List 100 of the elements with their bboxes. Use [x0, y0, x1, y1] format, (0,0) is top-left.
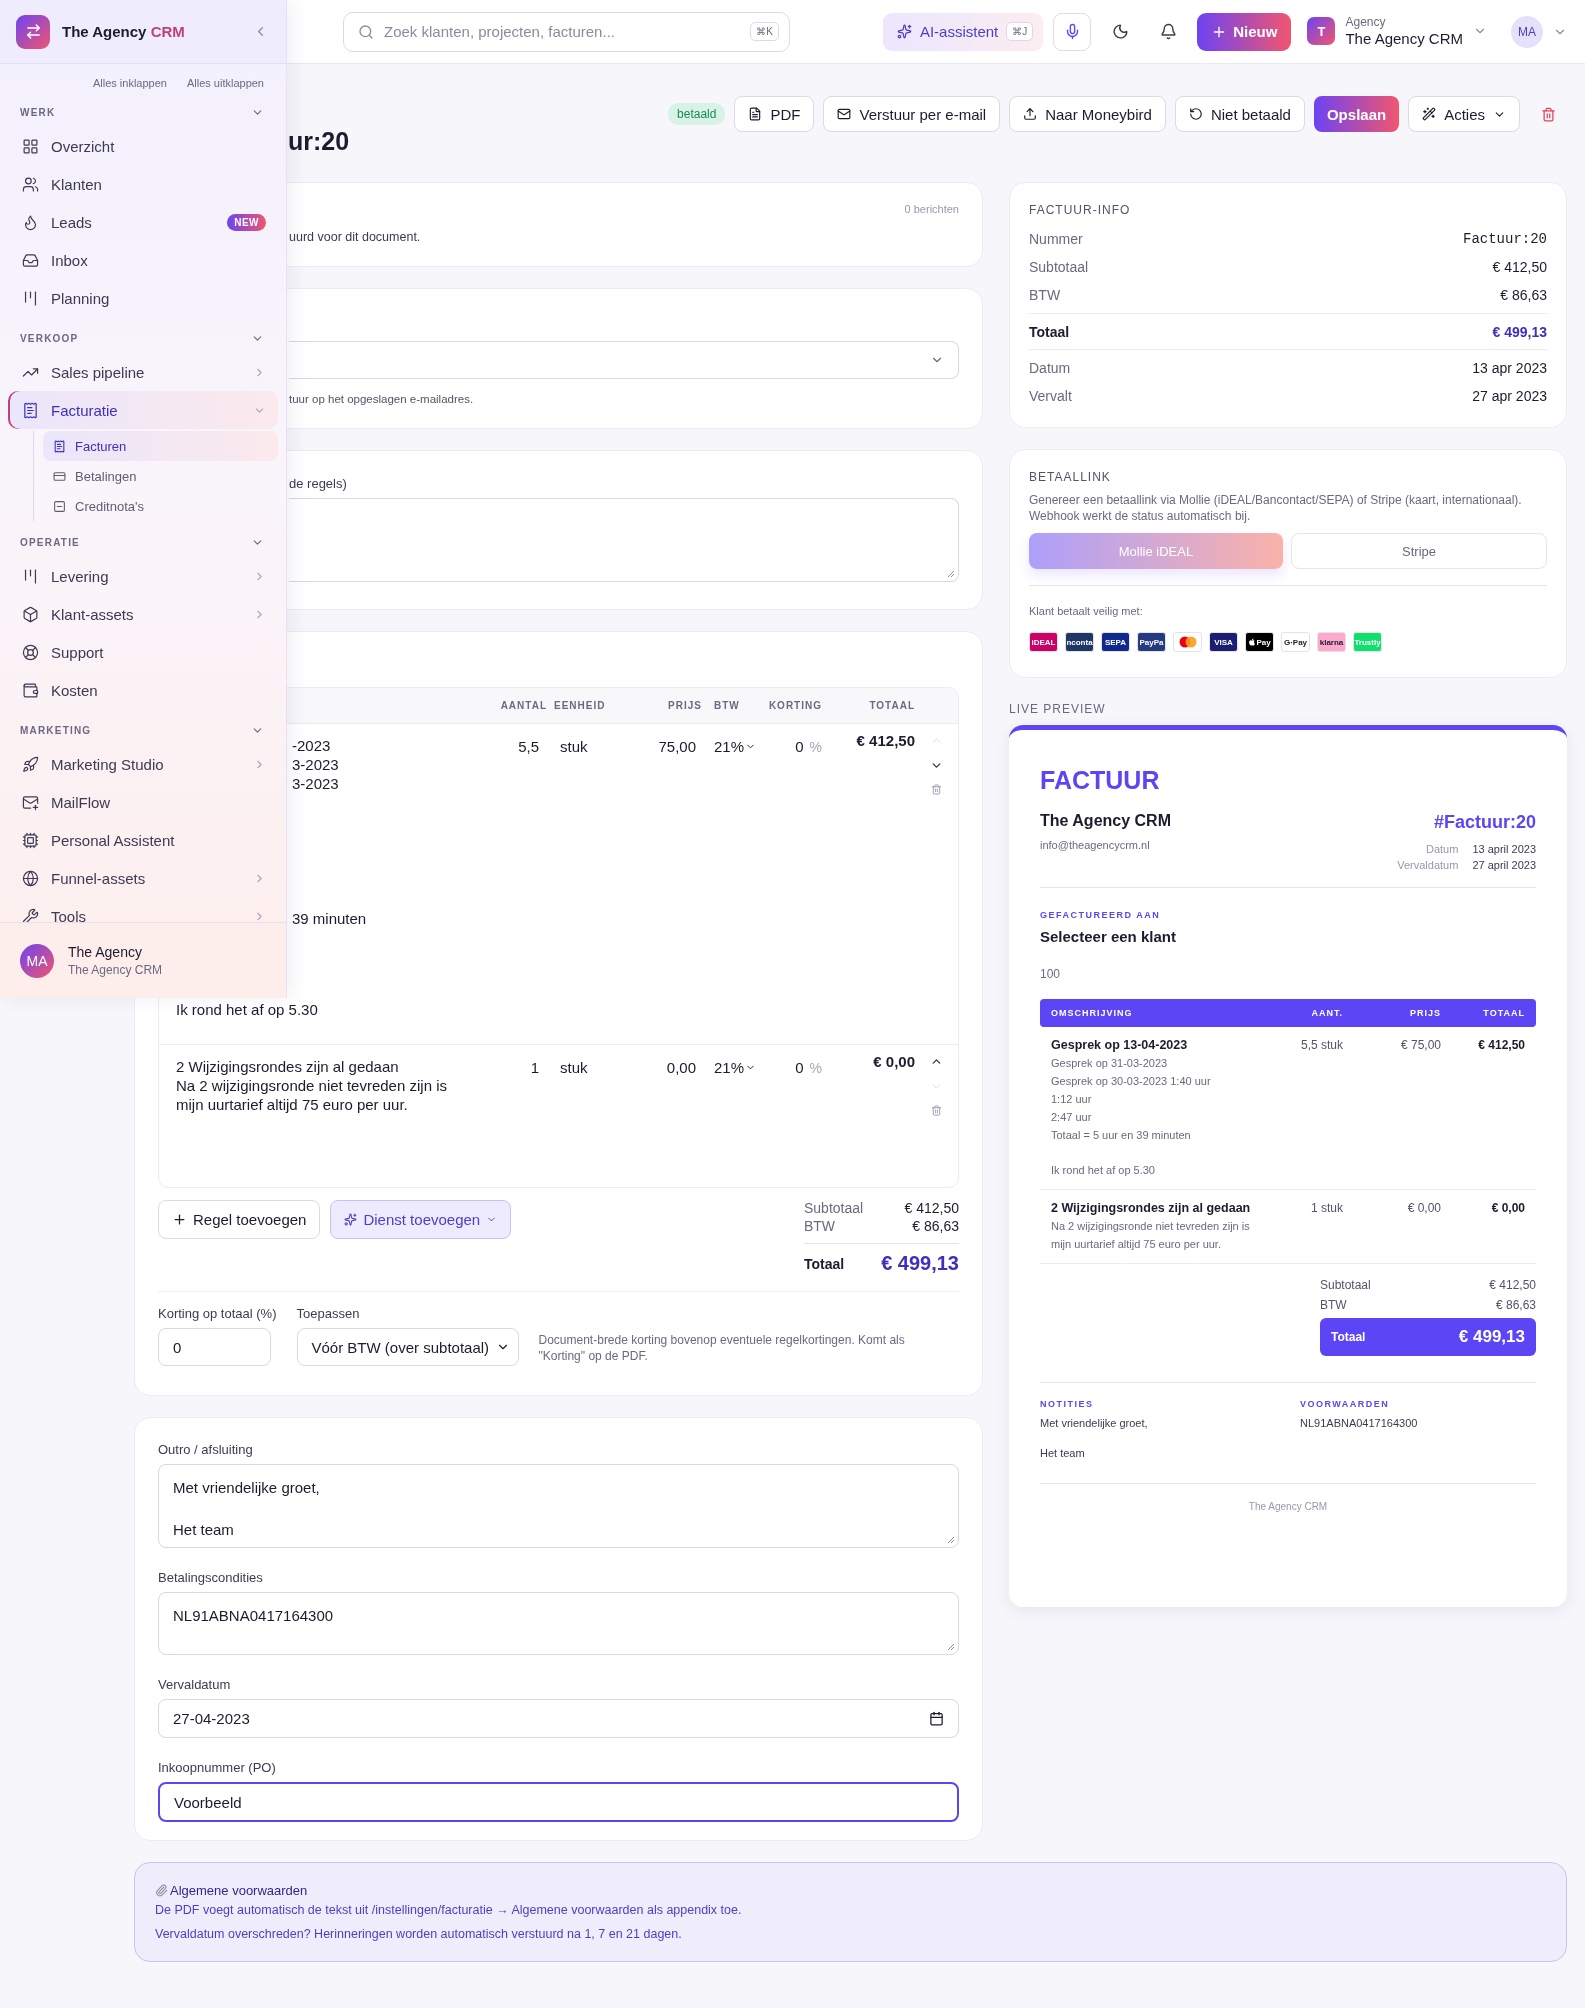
info-label: Subtotaal [1029, 259, 1089, 275]
date-field[interactable]: 27-04-2023 [158, 1699, 959, 1738]
line-total: € 0,00 [872, 1052, 915, 1070]
columns-icon [22, 289, 39, 307]
resize-handle-icon [947, 570, 955, 578]
payment-method-logo: PayPa [1137, 632, 1166, 652]
sidebar-item[interactable]: Sales pipeline [8, 353, 278, 391]
action-button[interactable]: Acties [1408, 96, 1520, 132]
sidebar-item[interactable]: Support [8, 633, 278, 671]
sidebar-item[interactable]: Personal Assistent [8, 821, 278, 859]
sidebar-item[interactable]: Leads NEW [8, 203, 278, 241]
sidebar-item[interactable]: MailFlow [8, 783, 278, 821]
item-quantity: 5,5 stuk [1299, 1038, 1343, 1054]
add-service-button[interactable]: Dienst toevoegen [330, 1200, 512, 1239]
meta-value: 27 april 2023 [1472, 859, 1536, 871]
payment-method-logo: SEPA [1101, 632, 1130, 652]
workspace-switcher[interactable]: T Agency The Agency CRM [1307, 15, 1487, 48]
trash-icon[interactable] [931, 1105, 942, 1116]
sidebar-item[interactable]: Planning [8, 279, 278, 317]
text-area-field[interactable] [289, 498, 959, 582]
payment-method-logo: iDEAL [1029, 632, 1058, 652]
quantity-cell[interactable]: 5,5 [492, 724, 547, 755]
new-button[interactable]: Nieuw [1197, 12, 1292, 51]
sidebar-item[interactable]: Inbox [8, 241, 278, 279]
total-label: Totaal [803, 1255, 846, 1272]
item-price: € 0,00 [1406, 1201, 1441, 1217]
bell-icon [1159, 23, 1177, 40]
workspace-label: Agency [1345, 15, 1387, 30]
wrench-icon [22, 907, 39, 922]
sidebar-item[interactable]: Marketing Studio [8, 745, 278, 783]
text-area-field[interactable]: NL91ABNA0417164300 [158, 1592, 959, 1655]
add-line-button[interactable]: Regel toevoegen [158, 1200, 321, 1239]
section-label: LIVE PREVIEW [1009, 702, 1106, 716]
receipt-icon [22, 401, 39, 419]
item-title: 2 Wijzigingsrondes zijn al gedaan [1051, 1201, 1252, 1215]
info-label: Nummer [1029, 231, 1083, 247]
vat-select[interactable]: 21% [702, 724, 760, 755]
sidebar-item[interactable]: Tools [8, 897, 278, 922]
quantity-cell[interactable]: 1 [492, 1045, 547, 1076]
table-header: OMSCHRIJVING AANT. PRIJS TOTAAL [1040, 999, 1536, 1027]
unit-cell[interactable]: stuk [547, 1045, 622, 1076]
discount-input[interactable]: 0 [158, 1328, 271, 1366]
ai-assistant-button[interactable]: AI-assistent ⌘J [882, 12, 1044, 51]
action-button[interactable]: Niet betaald [1174, 96, 1305, 132]
discount-cell[interactable]: 0 % [760, 724, 822, 755]
user-avatar[interactable]: MA [1511, 15, 1543, 48]
section-title: VERKOOP [20, 332, 79, 344]
field-label: Toepassen [296, 1306, 361, 1321]
microphone-button[interactable] [1053, 12, 1092, 51]
vat-select[interactable]: 21% [702, 1045, 760, 1076]
trash-icon[interactable] [931, 784, 942, 795]
apply-select[interactable]: Vóór BTW (over subtotaal) [296, 1328, 519, 1366]
text-area-field[interactable]: Met vriendelijke groet, Het team [158, 1464, 959, 1548]
action-button[interactable]: PDF [734, 96, 815, 132]
item-price: € 75,00 [1399, 1038, 1441, 1054]
sidebar-item[interactable]: Klanten [8, 165, 278, 203]
field-label: Vervaldatum [158, 1677, 232, 1692]
chip-icon [22, 831, 39, 849]
submenu-item[interactable]: Creditnota's [43, 491, 278, 521]
sidebar-item[interactable]: Kosten [8, 671, 278, 709]
input-field[interactable]: Voorbeeld [158, 1782, 959, 1822]
price-cell[interactable]: 75,00 [622, 724, 702, 755]
action-button[interactable]: Naar Moneybird [1009, 96, 1166, 132]
action-button[interactable]: Verstuur per e-mail [823, 96, 1001, 132]
sidebar-item[interactable]: Overzicht [8, 127, 278, 165]
sidebar-item[interactable]: Klant-assets [8, 595, 278, 633]
sidebar-item[interactable]: Facturatie [8, 391, 278, 429]
total-value: € 499,13 [881, 1252, 959, 1275]
subtotal-value: € 412,50 [1489, 1278, 1536, 1292]
section-title: OPERATIE [20, 536, 80, 548]
tree-action-link[interactable]: Alles uitklappen [186, 77, 264, 89]
vat-label: BTW [803, 1218, 837, 1234]
columns-icon [22, 567, 39, 585]
payment-method-logo: Trustly [1353, 632, 1382, 652]
page-title: ur:20 [288, 126, 351, 157]
total-bar: Totaal € 499,13 [1320, 1318, 1536, 1356]
sidebar-item[interactable]: Funnel-assets [8, 859, 278, 897]
workspace-logo: T [1307, 17, 1336, 46]
search-icon [358, 23, 374, 40]
provider-tab[interactable]: Stripe [1291, 533, 1547, 569]
price-cell[interactable]: 0,00 [622, 1045, 702, 1076]
submenu-item[interactable]: Betalingen [43, 461, 278, 491]
line-description: -2023 3-2023 3-2023 [292, 736, 339, 793]
action-button[interactable]: Opslaan [1313, 96, 1400, 132]
trash-icon [1540, 106, 1556, 122]
column-header: BTW [713, 700, 741, 711]
item-title: Gesprek op 13-04-2023 [1051, 1038, 1189, 1052]
users-icon [22, 175, 39, 193]
sidebar-item[interactable]: Levering [8, 557, 278, 595]
item-details: Ik rond het af op 5.30 [1051, 1163, 1156, 1178]
inbox-icon [22, 251, 39, 269]
tree-action-link[interactable]: Alles inklappen [92, 77, 167, 89]
subtotal-label: Subtotaal [1320, 1278, 1371, 1292]
payment-method-logo: G·Pay [1281, 632, 1310, 652]
discount-cell[interactable]: 0 % [760, 1045, 822, 1076]
search-field[interactable]: Zoek klanten, projecten, facturen... ⌘K [343, 11, 790, 52]
rotate-icon [1188, 107, 1203, 121]
unit-cell[interactable]: stuk [547, 724, 622, 755]
calendar-icon[interactable] [929, 1711, 944, 1726]
submenu-item[interactable]: Facturen [43, 431, 278, 461]
